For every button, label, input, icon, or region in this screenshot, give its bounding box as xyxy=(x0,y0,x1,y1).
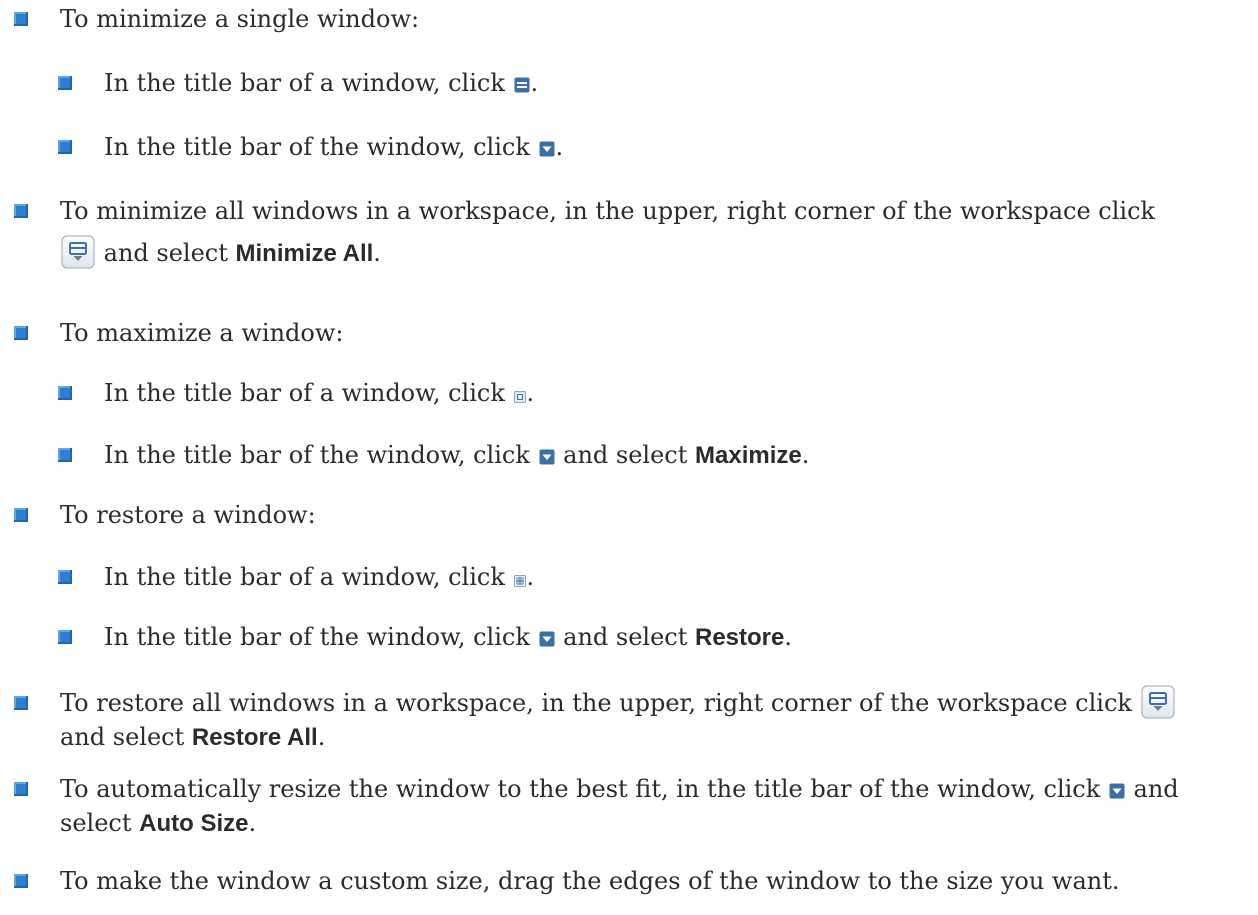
item-text: . xyxy=(317,723,326,751)
dropdown-arrow-icon xyxy=(1109,783,1125,799)
list-item: In the title bar of the window, click . xyxy=(58,128,1224,166)
item-text: In the title bar of a window, click xyxy=(104,563,513,591)
item-text: In the title bar of the window, click xyxy=(104,441,538,469)
bullet-icon xyxy=(14,326,28,340)
item-text: To make the window a custom size, drag t… xyxy=(60,867,1120,895)
bullet-icon xyxy=(58,630,72,644)
workspace-menu-icon xyxy=(1141,685,1175,719)
item-text: In the title bar of the window, click xyxy=(104,623,538,651)
bullet-icon xyxy=(14,782,28,796)
bullet-icon xyxy=(14,508,28,522)
item-text: In the title bar of the window, click xyxy=(104,133,538,161)
item-text: . xyxy=(526,563,535,591)
list-item: In the title bar of the window, click an… xyxy=(58,618,1224,657)
list-item: To restore all windows in a workspace, i… xyxy=(14,684,1200,757)
item-text: In the title bar of a window, click xyxy=(104,69,513,97)
item-text: In the title bar of a window, click xyxy=(104,379,513,407)
item-bold-text: Restore All xyxy=(191,724,318,751)
item-text: . xyxy=(526,379,535,407)
bullet-icon xyxy=(14,204,28,218)
bullet-icon xyxy=(58,76,72,90)
item-text: and xyxy=(1125,775,1179,803)
item-text: To minimize all windows in a workspace, … xyxy=(60,197,1156,225)
workspace-menu-icon xyxy=(61,235,95,269)
item-bold-text: Minimize All xyxy=(235,240,374,267)
maximize-icon xyxy=(513,391,526,403)
list-item: To restore a window: xyxy=(14,496,1200,534)
list-item: To maximize a window: xyxy=(14,314,1200,352)
dropdown-arrow-icon xyxy=(539,449,555,465)
restore-icon xyxy=(513,575,526,587)
minimize-icon xyxy=(514,77,530,93)
item-text: . xyxy=(801,441,810,469)
item-text: . xyxy=(555,133,564,161)
list-item: In the title bar of a window, click . xyxy=(58,64,1224,102)
list-item: To make the window a custom size, drag t… xyxy=(14,862,1200,900)
item-text: . xyxy=(784,623,793,651)
item-text: . xyxy=(373,239,381,267)
bullet-icon xyxy=(14,12,28,26)
item-text: select xyxy=(60,809,140,837)
list-item: In the title bar of a window, click . xyxy=(58,558,1224,596)
bullet-icon xyxy=(58,386,72,400)
item-text: and select xyxy=(60,723,192,751)
bullet-icon xyxy=(58,140,72,154)
item-text: and select xyxy=(555,441,695,469)
bullet-icon xyxy=(14,696,28,710)
item-text: and select xyxy=(555,623,695,651)
item-text: To restore all windows in a workspace, i… xyxy=(60,689,1140,717)
item-text: . xyxy=(248,809,257,837)
item-text: and select xyxy=(96,239,236,267)
list-item: To automatically resize the window to th… xyxy=(14,770,1200,843)
list-item: In the title bar of the window, click an… xyxy=(58,436,1224,475)
list-item: In the title bar of a window, click . xyxy=(58,374,1224,412)
bullet-icon xyxy=(58,448,72,462)
bullet-icon xyxy=(58,570,72,584)
dropdown-arrow-icon xyxy=(539,141,555,157)
item-text: To restore a window: xyxy=(60,501,316,529)
list-item: To minimize a single window: xyxy=(14,0,1200,38)
list-item: To minimize all windows in a workspace, … xyxy=(14,192,1200,273)
item-bold-text: Maximize xyxy=(695,442,802,469)
item-bold-text: Auto Size xyxy=(139,810,249,837)
document-page: To minimize a single window: In the titl… xyxy=(0,0,1258,915)
item-text: To minimize a single window: xyxy=(60,5,420,33)
item-bold-text: Restore xyxy=(695,624,785,651)
dropdown-arrow-icon xyxy=(539,631,555,647)
item-text: . xyxy=(530,69,539,97)
item-text: To automatically resize the window to th… xyxy=(60,775,1108,803)
bullet-icon xyxy=(14,874,28,888)
item-text: To maximize a window: xyxy=(60,319,344,347)
